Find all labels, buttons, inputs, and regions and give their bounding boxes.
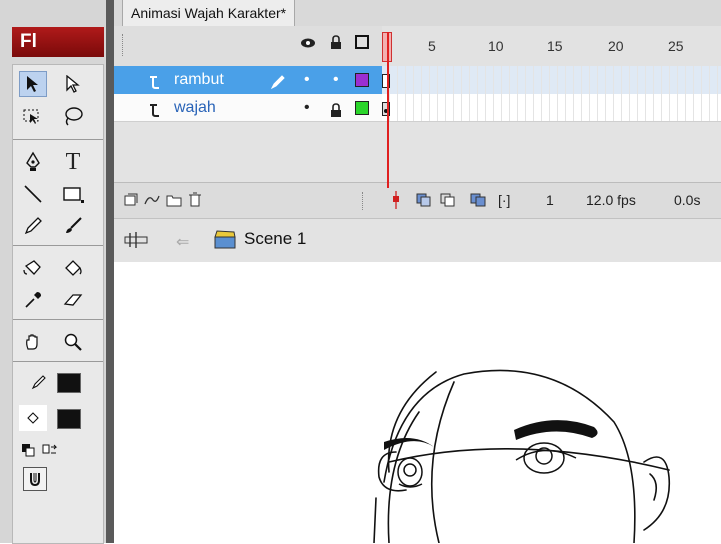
snap-to-objects-icon[interactable] (23, 467, 47, 491)
document-tab[interactable]: Animasi Wajah Karakter* (122, 0, 296, 27)
eraser-tool-icon[interactable] (59, 287, 87, 313)
toolbox: T (12, 64, 104, 544)
current-frame: 1 (546, 192, 554, 208)
elapsed-time: 0.0s (674, 192, 701, 208)
frame-rate[interactable]: 12.0 fps (586, 192, 636, 208)
tools-panel: Fl T (0, 0, 114, 544)
panel-gripper[interactable] (122, 34, 126, 56)
frame-grid (382, 66, 721, 94)
divider (13, 319, 103, 320)
show-hide-all-eye-icon[interactable] (300, 36, 316, 55)
character-face-sketch (373, 369, 671, 543)
ruler-label: 20 (608, 38, 624, 54)
divider (13, 139, 103, 140)
visibility-dot[interactable]: • (304, 66, 310, 94)
stroke-color-pencil-icon (25, 369, 53, 395)
free-transform-tool-icon[interactable] (19, 103, 47, 129)
zoom-tool-icon[interactable] (59, 329, 87, 355)
default-colors-icon[interactable] (17, 437, 39, 463)
divider (13, 245, 103, 246)
edit-bar: ⇐ Scene 1 (114, 218, 721, 264)
frame-row-rambut[interactable] (382, 66, 721, 94)
frame-row-wajah[interactable] (382, 94, 721, 122)
layer-row-rambut[interactable]: rambut • • (114, 66, 382, 94)
scene-clapper-icon (214, 229, 236, 254)
timeline-footer: [·] 1 12.0 fps 0.0s (114, 182, 721, 219)
eyedropper-tool-icon[interactable] (19, 287, 47, 313)
fill-color-bucket-icon (19, 405, 47, 431)
document-tab-bar: Animasi Wajah Karakter* (114, 0, 721, 27)
rectangle-tool-icon[interactable] (59, 181, 87, 207)
stroke-color-swatch[interactable] (57, 373, 81, 393)
ruler-label: 25 (668, 38, 684, 54)
lock-all-icon[interactable] (330, 35, 342, 55)
fill-color-swatch[interactable] (57, 409, 81, 429)
layer-name[interactable]: rambut (174, 66, 224, 94)
outline-all-icon[interactable] (355, 35, 369, 49)
swap-colors-icon[interactable] (39, 437, 61, 463)
onion-skin-icon[interactable] (416, 193, 432, 210)
layer-row-wajah[interactable]: wajah • (114, 94, 382, 122)
back-arrow-icon[interactable]: ⇐ (176, 232, 189, 252)
new-layer-icon[interactable] (124, 193, 138, 210)
ruler-label: 15 (547, 38, 563, 54)
new-folder-icon[interactable] (166, 193, 182, 210)
text-tool-icon[interactable]: T (59, 149, 87, 175)
center-frame-icon[interactable] (392, 191, 400, 212)
visibility-dot[interactable]: • (304, 94, 310, 122)
add-motion-guide-icon[interactable] (144, 193, 160, 210)
panel-divider[interactable] (106, 0, 114, 543)
frame-grid (382, 94, 721, 121)
brush-tool-icon[interactable] (59, 213, 87, 239)
hand-tool-icon[interactable] (19, 329, 47, 355)
scene-name[interactable]: Scene 1 (244, 229, 306, 249)
app-logo: Fl (12, 27, 104, 57)
splitter-gripper[interactable] (362, 192, 366, 210)
divider (13, 361, 103, 362)
paint-bucket-tool-icon[interactable] (59, 255, 87, 281)
playhead-line (384, 32, 392, 188)
layer-name[interactable]: wajah (174, 94, 216, 122)
edit-multiple-frames-icon[interactable] (470, 193, 486, 210)
layer-outline-color[interactable] (355, 73, 369, 87)
pencil-tool-icon[interactable] (19, 213, 47, 239)
pen-tool-icon[interactable] (19, 149, 47, 175)
subselection-tool-icon[interactable] (59, 71, 87, 97)
lock-dot[interactable]: • (333, 66, 339, 94)
layer-header (114, 26, 382, 67)
timeline-toggle-icon[interactable] (124, 230, 148, 255)
timeline-empty-area (114, 122, 721, 182)
ruler-label: 10 (488, 38, 504, 54)
stage-canvas[interactable] (114, 262, 721, 543)
modify-markers-icon[interactable]: [·] (498, 192, 510, 208)
delete-layer-icon[interactable] (188, 191, 202, 210)
layer-outline-color[interactable] (355, 101, 369, 115)
lasso-tool-icon[interactable] (59, 103, 87, 129)
ink-bottle-tool-icon[interactable] (19, 255, 47, 281)
onion-skin-outlines-icon[interactable] (440, 193, 456, 210)
selection-tool-icon[interactable] (19, 71, 47, 97)
frame-ruler[interactable]: 5 10 15 20 25 (382, 26, 721, 67)
ruler-label: 5 (428, 38, 436, 54)
line-tool-icon[interactable] (19, 181, 47, 207)
timeline-panel: 5 10 15 20 25 rambut • • wajah • [·] 1 1… (114, 26, 721, 219)
